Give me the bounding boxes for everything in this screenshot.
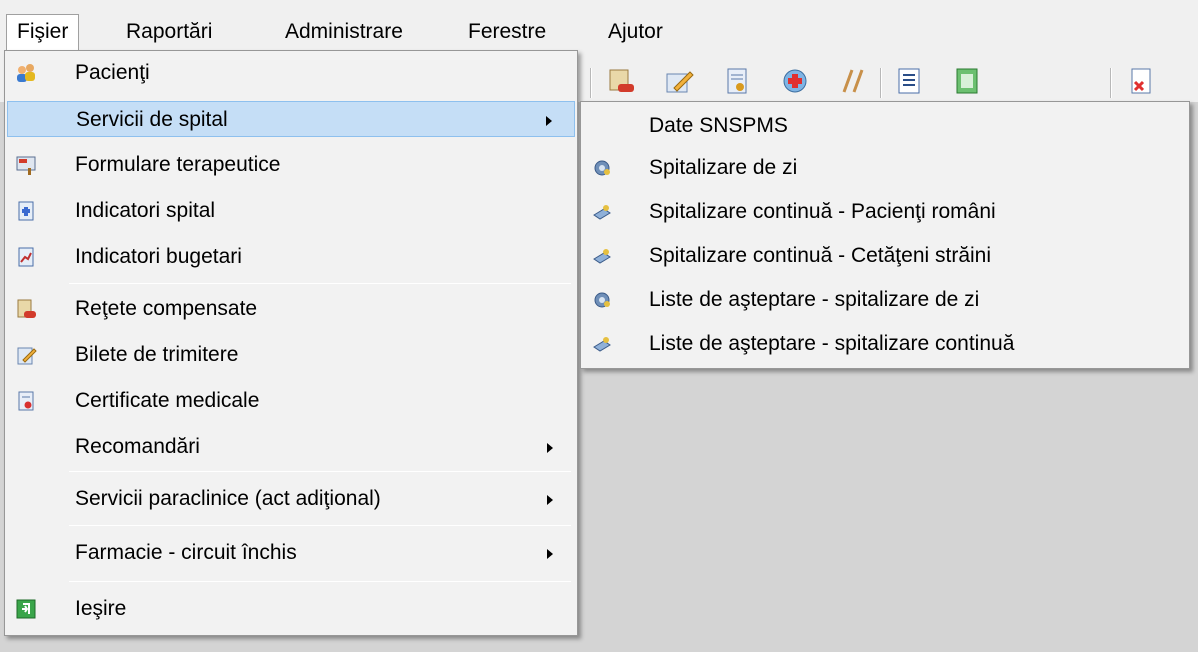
hospital-services-submenu: Date SNSPMS Spitalizare de zi Spitalizar…: [580, 101, 1190, 369]
menu-item-pacienti[interactable]: Pacienţi: [7, 55, 575, 91]
menu-item-bilete-de-trimitere[interactable]: Bilete de trimitere: [7, 337, 575, 373]
submenu-item-date-snspms[interactable]: Date SNSPMS: [583, 108, 1187, 144]
menu-item-iesire[interactable]: Ieşire: [7, 591, 575, 627]
toolbar-separator: [590, 68, 592, 98]
submenu-item-spitalizare-continua-straini[interactable]: Spitalizare continuă - Cetăţeni străini: [583, 238, 1187, 274]
referrals-icon: [15, 344, 37, 366]
continuous-hospitalization-icon: [591, 201, 613, 223]
menu-item-retete-compensate[interactable]: Reţete compensate: [7, 291, 575, 327]
submenu-item-label: Liste de aşteptare - spitalizare continu…: [649, 332, 1015, 355]
submenu-item-liste-asteptare-zi[interactable]: Liste de aşteptare - spitalizare de zi: [583, 282, 1187, 318]
continuous-hospitalization-icon: [591, 245, 613, 267]
day-hospitalization-icon: [591, 289, 613, 311]
submenu-arrow-icon: [546, 116, 552, 126]
submenu-item-spitalizare-de-zi[interactable]: Spitalizare de zi: [583, 150, 1187, 186]
menu-item-label: Farmacie - circuit închis: [75, 541, 297, 564]
menu-item-label: Pacienţi: [75, 61, 150, 84]
menu-item-label: Servicii de spital: [76, 108, 228, 131]
spreadsheet-toolbar-icon[interactable]: [950, 64, 984, 98]
menu-item-label: Recomandări: [75, 435, 200, 458]
menu-item-label: Servicii paraclinice (act adiţional): [75, 487, 381, 510]
list-toolbar-icon[interactable]: [892, 64, 926, 98]
menu-item-label: Reţete compensate: [75, 297, 258, 320]
submenu-arrow-icon: [547, 495, 553, 505]
menu-fisier[interactable]: Fişier: [6, 14, 80, 50]
menu-item-label: Indicatori spital: [75, 199, 216, 222]
medical-kit-toolbar-icon[interactable]: [778, 64, 812, 98]
submenu-item-label: Spitalizare continuă - Pacienţi români: [649, 200, 996, 223]
menu-separator: [69, 581, 571, 582]
submenu-arrow-icon: [547, 443, 553, 453]
toolbar-separator-2: [880, 68, 882, 98]
menu-item-label: Indicatori bugetari: [75, 245, 242, 268]
hospital-indicators-icon: [15, 200, 37, 222]
menu-item-indicatori-bugetari[interactable]: Indicatori bugetari: [7, 239, 575, 275]
forms-icon: [15, 154, 37, 176]
certificate-toolbar-icon[interactable]: [720, 64, 754, 98]
edit-toolbar-icon[interactable]: [662, 64, 696, 98]
submenu-item-label: Spitalizare de zi: [649, 156, 798, 179]
day-hospitalization-icon: [591, 157, 613, 179]
menu-item-label: Formulare terapeutice: [75, 153, 281, 176]
submenu-item-label: Date SNSPMS: [649, 114, 788, 137]
continuous-hospitalization-icon: [591, 333, 613, 355]
menu-separator: [69, 283, 571, 284]
delete-document-toolbar-icon[interactable]: [1124, 64, 1158, 98]
menu-item-label: Ieşire: [75, 597, 127, 620]
menu-item-label: Bilete de trimitere: [75, 343, 239, 366]
menu-administrare[interactable]: Administrare: [275, 14, 413, 50]
submenu-item-label: Liste de aşteptare - spitalizare de zi: [649, 288, 980, 311]
menu-item-servicii-de-spital[interactable]: Servicii de spital: [7, 101, 575, 137]
menu-item-certificate-medicale[interactable]: Certificate medicale: [7, 383, 575, 419]
menu-separator: [69, 525, 571, 526]
menu-item-recomandari[interactable]: Recomandări: [7, 429, 575, 465]
prescription-toolbar-icon[interactable]: [604, 64, 638, 98]
menu-ferestre[interactable]: Ferestre: [458, 14, 556, 50]
menu-item-servicii-paraclinice[interactable]: Servicii paraclinice (act adiţional): [7, 481, 575, 517]
crutches-toolbar-icon[interactable]: [836, 64, 870, 98]
menu-item-formulare-terapeutice[interactable]: Formulare terapeutice: [7, 147, 575, 183]
submenu-arrow-icon: [547, 549, 553, 559]
file-menu: Pacienţi Servicii de spital Formulare te…: [4, 50, 578, 636]
menu-separator: [69, 471, 571, 472]
menu-raportari[interactable]: Raportări: [116, 14, 222, 50]
menu-item-indicatori-spital[interactable]: Indicatori spital: [7, 193, 575, 229]
submenu-item-liste-asteptare-continua[interactable]: Liste de aşteptare - spitalizare continu…: [583, 326, 1187, 362]
prescriptions-icon: [15, 298, 37, 320]
menu-item-label: Certificate medicale: [75, 389, 260, 412]
menu-bar: Fişier Raportări Administrare Ferestre A…: [0, 0, 1198, 50]
toolbar-separator-3: [1110, 68, 1112, 98]
patients-icon: [15, 62, 37, 84]
menu-item-farmacie[interactable]: Farmacie - circuit închis: [7, 535, 575, 571]
budget-indicators-icon: [15, 246, 37, 268]
menu-ajutor[interactable]: Ajutor: [598, 14, 673, 50]
submenu-item-spitalizare-continua-romani[interactable]: Spitalizare continuă - Pacienţi români: [583, 194, 1187, 230]
submenu-item-label: Spitalizare continuă - Cetăţeni străini: [649, 244, 992, 267]
exit-icon: [15, 598, 37, 620]
certificates-icon: [15, 390, 37, 412]
